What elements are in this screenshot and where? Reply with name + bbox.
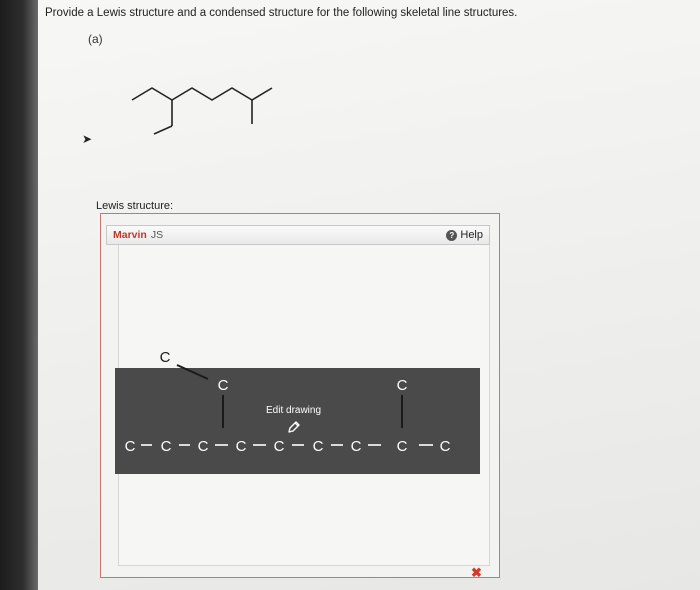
skeletal-main-chain bbox=[131, 87, 273, 101]
screen-bezel bbox=[0, 0, 38, 590]
skeletal-structure bbox=[131, 87, 273, 135]
skeletal-branch-1-tail bbox=[153, 125, 173, 135]
part-label: (a) bbox=[88, 32, 103, 46]
atom-label: C bbox=[198, 438, 209, 455]
atom-label: C bbox=[218, 377, 229, 394]
lewis-structure-label: Lewis structure: bbox=[96, 200, 174, 212]
marvin-title-text: Marvin bbox=[113, 229, 147, 241]
help-button[interactable]: ? Help bbox=[446, 229, 483, 241]
cursor-arrow-icon: ➤ bbox=[82, 132, 93, 146]
atom-label: C bbox=[160, 349, 171, 366]
help-label: Help bbox=[460, 229, 483, 241]
atom-label: C bbox=[351, 438, 362, 455]
marvin-title-suffix: JS bbox=[150, 229, 164, 241]
bond-branch-c1 bbox=[176, 364, 209, 380]
atom-label: C bbox=[397, 438, 408, 455]
edit-pen-icon[interactable] bbox=[287, 420, 301, 434]
edit-drawing-label[interactable]: Edit drawing bbox=[266, 405, 321, 416]
atom-label: C bbox=[440, 438, 451, 455]
atom-label: C bbox=[125, 438, 136, 455]
question-instructions: Provide a Lewis structure and a condense… bbox=[45, 7, 518, 19]
atom-label: C bbox=[313, 438, 324, 455]
marvin-toolbar: Marvin JS ? Help bbox=[106, 225, 490, 245]
atom-label: C bbox=[397, 377, 408, 394]
marvin-title: Marvin JS bbox=[113, 229, 163, 241]
atom-label: C bbox=[236, 438, 247, 455]
atom-label: C bbox=[161, 438, 172, 455]
help-icon: ? bbox=[446, 229, 458, 241]
atom-label: C bbox=[274, 438, 285, 455]
remove-answer-icon[interactable]: ✖ bbox=[471, 566, 482, 579]
